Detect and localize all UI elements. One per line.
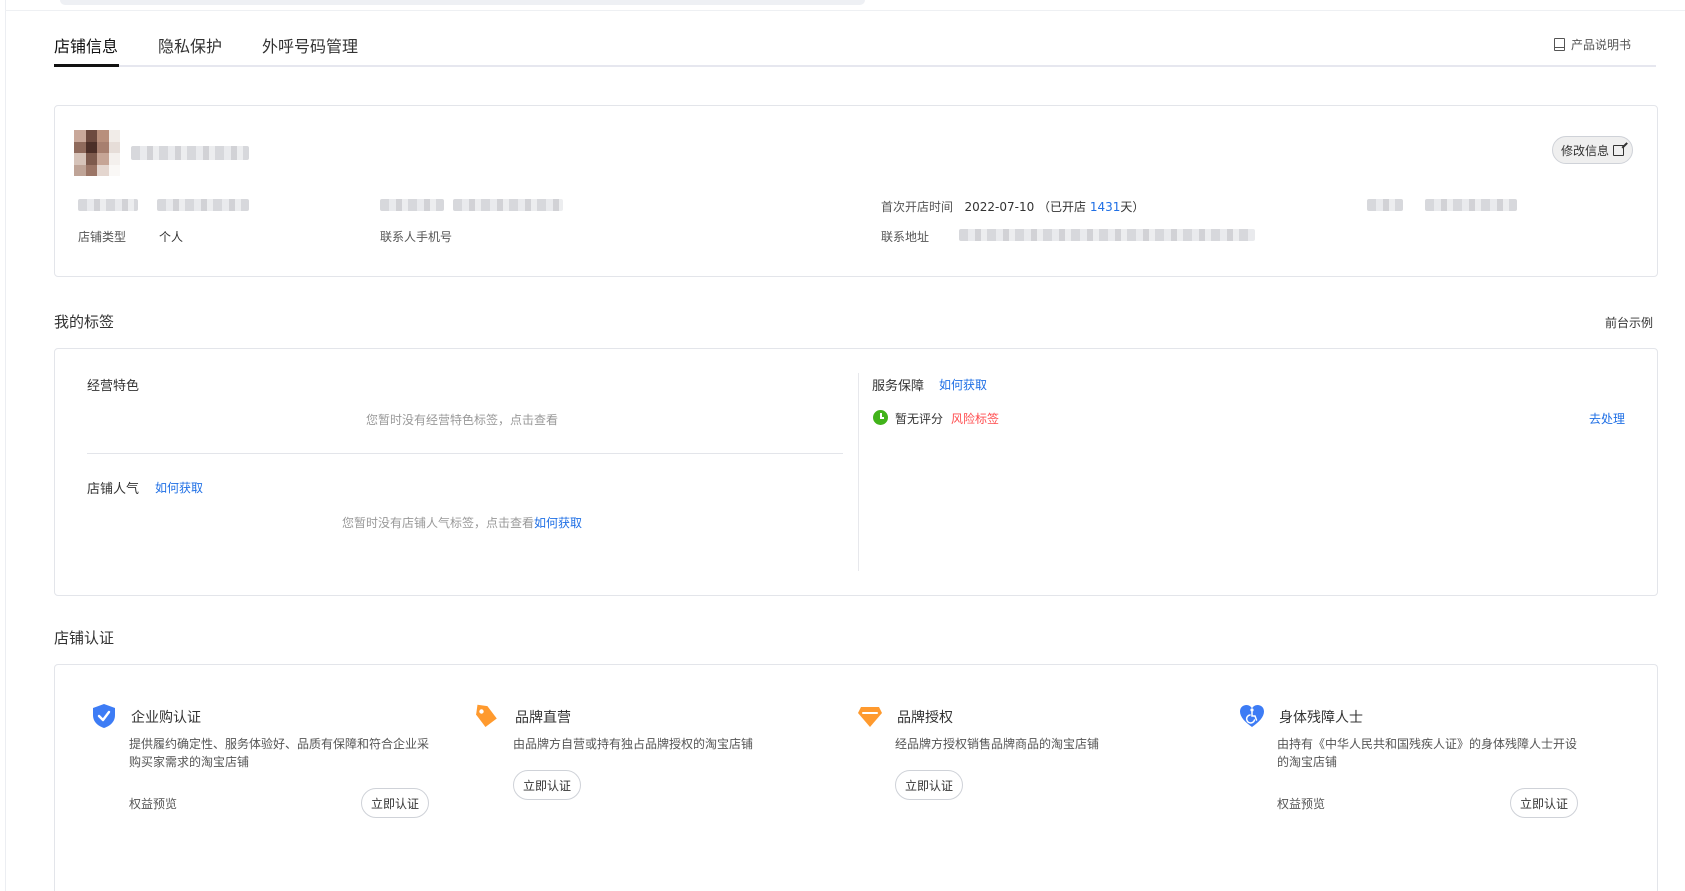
redacted-field-label [380,199,444,211]
shield-check-icon [93,704,115,728]
shop-avatar [74,130,120,176]
book-icon [1554,38,1565,51]
service-guarantee-title: 服务保障 [872,379,925,394]
cert-disabled-person-desc: 由持有《中华人民共和国残疾人证》的身体残障人士开设的淘宝店铺 [1277,737,1578,769]
shop-info-card: 修改信息 首次开店时间 2022-07-10 （已开店 1431天） 店铺类型 … [54,105,1658,277]
contact-address-redacted [959,229,1255,241]
risk-tag-link[interactable]: 风险标签 [951,410,999,427]
first-open-label: 首次开店时间 [881,200,954,214]
contact-address-label: 联系地址 [881,230,930,244]
cert-brand-authorized-title: 品牌授权 [897,710,953,726]
cert-enterprise-desc: 提供履约确定性、服务体验好、品质有保障和符合企业采购买家需求的淘宝店铺 [129,737,430,769]
handle-link[interactable]: 去处理 [1589,410,1625,427]
cert-enterprise-benefits-link[interactable]: 权益预览 [129,795,177,812]
business-feature-title: 经营特色 [87,379,140,394]
first-open-time: 首次开店时间 2022-07-10 （已开店 1431天） [881,198,1144,215]
tags-column-divider [858,373,859,571]
left-border [5,0,6,891]
my-tags-title: 我的标签 [54,313,115,331]
shop-popularity-title: 店铺人气 [87,482,140,497]
open-days-count: 1431 [1089,200,1121,214]
cert-enterprise-apply-button[interactable]: 立即认证 [361,788,429,818]
no-rating-text: 暂无评分 [895,412,944,426]
cert-brand-direct-title: 品牌直营 [515,710,571,726]
cert-disabled-person-title: 身体残障人士 [1279,710,1363,726]
shop-certification-card: 企业购认证 提供履约确定性、服务体验好、品质有保障和符合企业采购买家需求的淘宝店… [54,664,1658,891]
redacted-field-value [453,199,563,211]
redacted-field-value [1425,199,1517,211]
shop-name-redacted [131,146,249,160]
open-days-suffix: 天） [1120,200,1145,214]
popularity-empty-how-to-get-link[interactable]: 如何获取 [534,516,582,530]
tabs-divider [54,65,1656,67]
contact-phone-label: 联系人手机号 [380,230,453,244]
product-manual-label: 产品说明书 [1571,38,1632,52]
shop-type-value: 个人 [159,230,184,244]
tag-icon [476,704,497,728]
first-open-date: 2022-07-10 [964,200,1035,214]
service-how-to-get-link[interactable]: 如何获取 [939,376,987,393]
edit-info-button[interactable]: 修改信息 [1552,136,1633,164]
cert-disabled-person-benefits-link[interactable]: 权益预览 [1277,795,1325,812]
popularity-how-to-get-link[interactable]: 如何获取 [155,479,203,496]
my-tags-card: 经营特色 您暂时没有经营特色标签，点击查看 店铺人气 如何获取 您暂时没有店铺人… [54,348,1658,596]
tab-privacy-protection[interactable]: 隐私保护 [158,33,222,57]
accessibility-heart-icon [1240,705,1264,727]
redacted-field-value [157,199,249,211]
active-tab-indicator [54,64,119,67]
cert-brand-direct-apply-button[interactable]: 立即认证 [513,770,581,800]
tab-shop-info[interactable]: 店铺信息 [54,33,118,57]
cert-enterprise-title: 企业购认证 [131,710,201,726]
popularity-empty-text: 您暂时没有店铺人气标签，点击查看 [342,516,535,530]
shop-certification-title: 店铺认证 [54,629,115,647]
business-feature-empty: 您暂时没有经营特色标签，点击查看 [366,413,559,427]
top-search-bar-edge [60,0,865,5]
open-days-prefix: （已开店 [1038,200,1090,214]
diamond-icon [858,707,882,727]
top-divider [5,10,1685,11]
redacted-field-label [78,199,138,211]
tags-section-divider [87,453,843,454]
shop-type-label: 店铺类型 [78,230,127,244]
edit-info-label: 修改信息 [1560,143,1609,158]
cert-brand-authorized-apply-button[interactable]: 立即认证 [895,770,963,800]
popularity-empty-hint: 您暂时没有店铺人气标签，点击查看如何获取 [342,514,582,531]
clock-icon [873,410,888,425]
storefront-example-link[interactable]: 前台示例 [1605,314,1653,331]
cert-brand-direct-desc: 由品牌方自营或持有独占品牌授权的淘宝店铺 [513,737,754,751]
redacted-field-label [1367,199,1403,211]
tab-outbound-number-management[interactable]: 外呼号码管理 [262,33,358,57]
external-edit-icon [1613,144,1624,156]
cert-brand-authorized-desc: 经品牌方授权销售品牌商品的淘宝店铺 [895,737,1100,751]
product-manual-link[interactable]: 产品说明书 [1554,36,1631,53]
cert-disabled-person-apply-button[interactable]: 立即认证 [1510,788,1578,818]
